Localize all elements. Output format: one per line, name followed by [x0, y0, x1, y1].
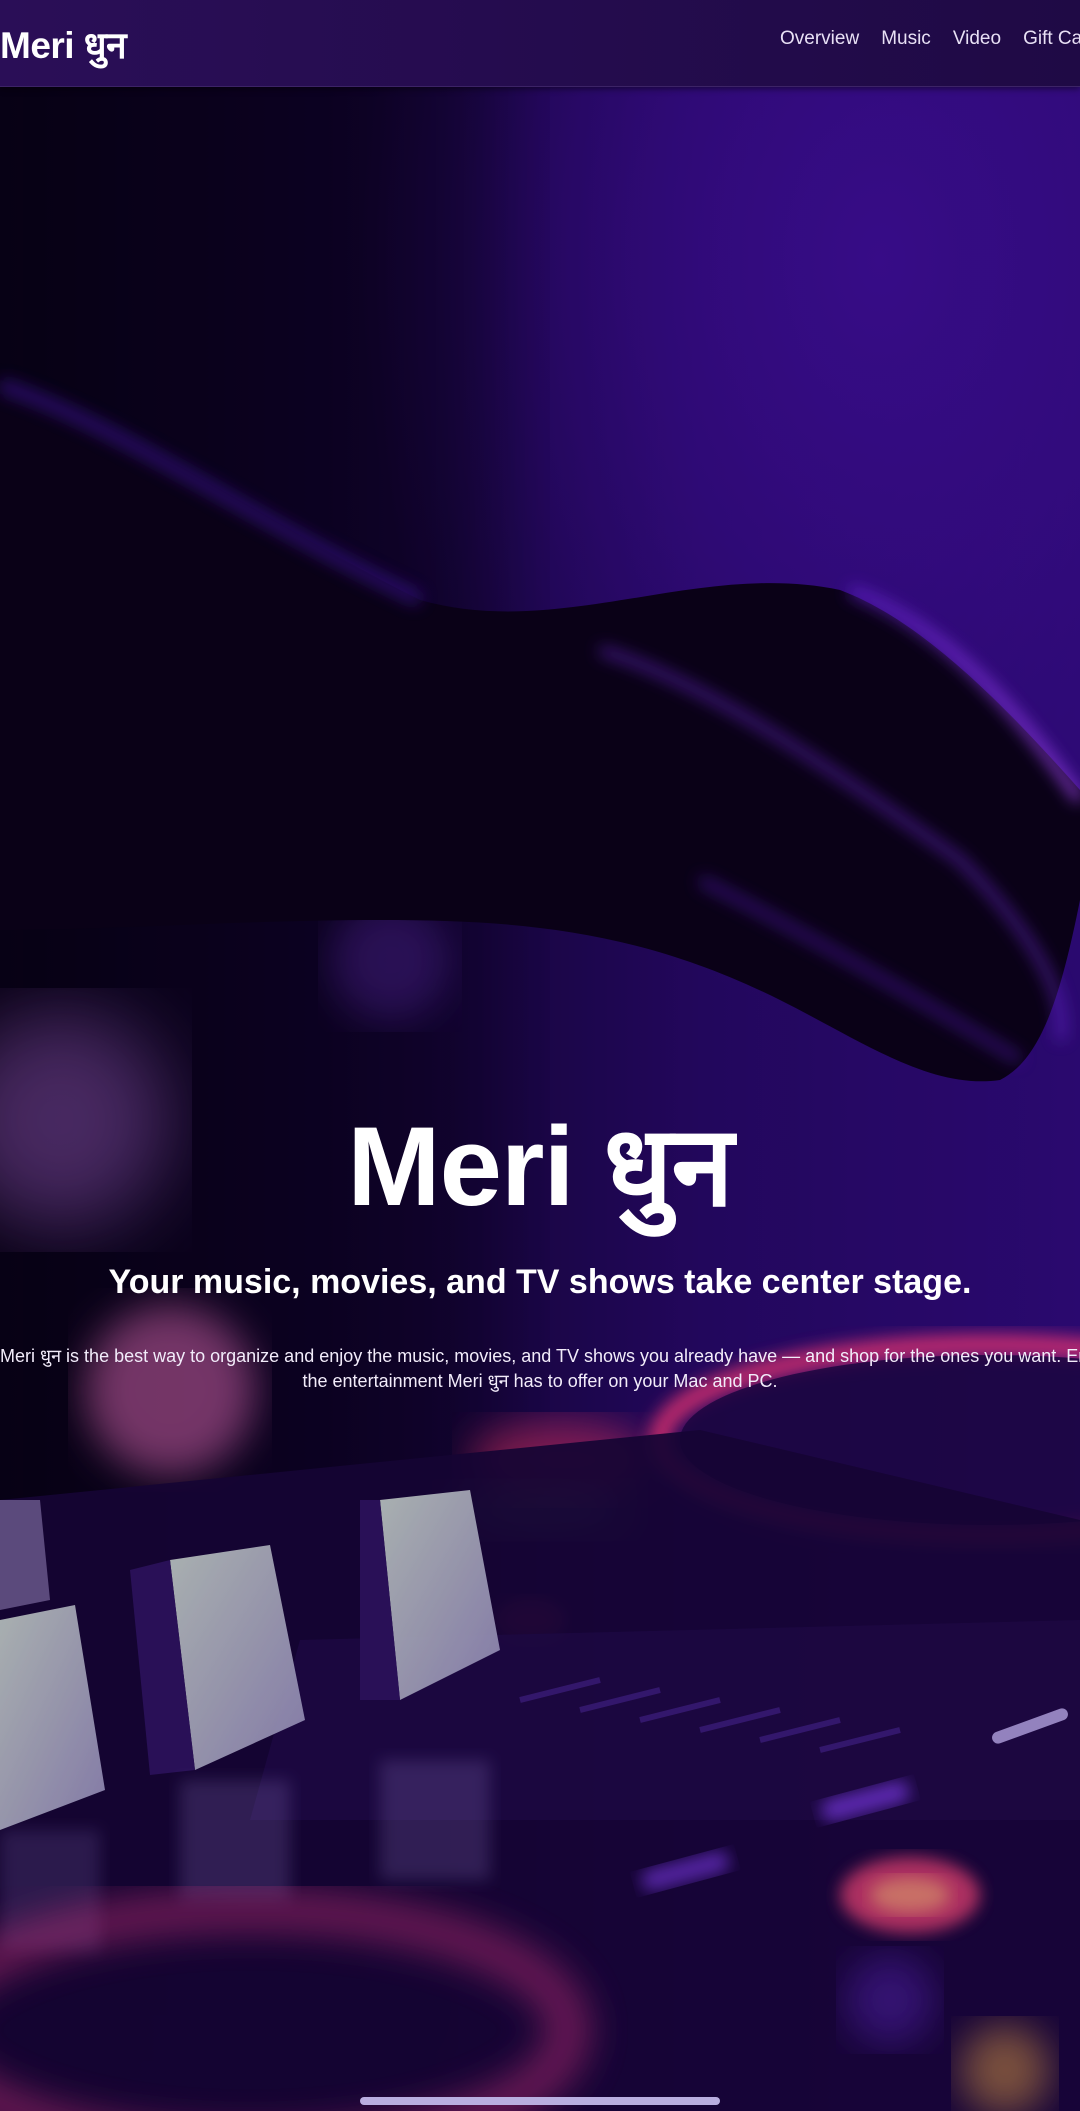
hero-description-line-1: Meri धुन is the best way to organize and…	[0, 1346, 1080, 1366]
hero-description: Meri धुन is the best way to organize and…	[0, 1344, 1080, 1394]
page: Meri धुन Overview Music Video Gift Cards…	[0, 0, 1080, 2111]
nav-item-music[interactable]: Music	[881, 28, 931, 50]
hero-title: Meri धुन	[347, 1104, 733, 1229]
home-indicator[interactable]	[360, 2097, 720, 2105]
dj-mixer-illustration	[0, 0, 1080, 2111]
hero-tagline: Your music, movies, and TV shows take ce…	[108, 1263, 972, 1301]
nav-item-gift-cards[interactable]: Gift Cards	[1023, 28, 1080, 50]
hero-background-image	[0, 0, 1080, 2111]
top-navigation-bar: Meri धुन Overview Music Video Gift Cards	[0, 0, 1080, 87]
nav-links: Overview Music Video Gift Cards	[780, 28, 1080, 50]
brand-logo[interactable]: Meri धुन	[0, 18, 127, 69]
nav-item-overview[interactable]: Overview	[780, 28, 859, 50]
nav-item-video[interactable]: Video	[953, 28, 1001, 50]
hero-description-line-2: the entertainment Meri धुन has to offer …	[302, 1371, 778, 1391]
